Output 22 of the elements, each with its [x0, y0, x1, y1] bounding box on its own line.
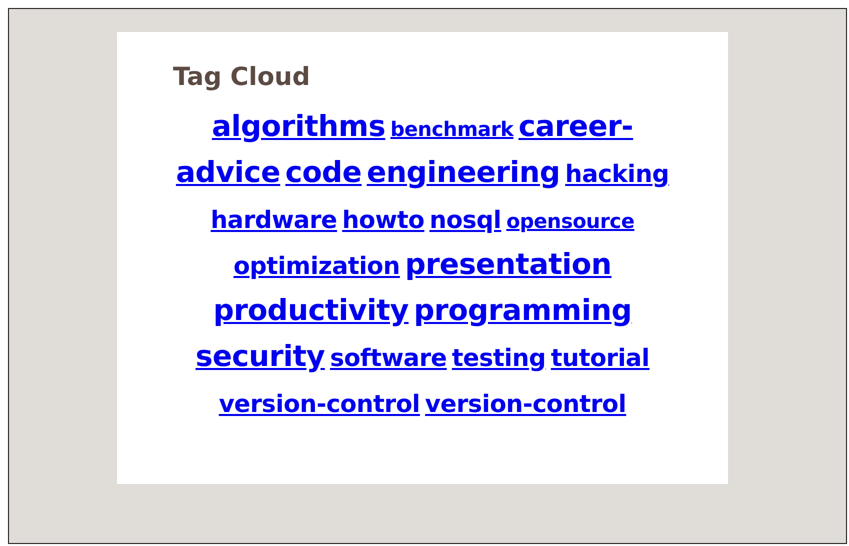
- tag-link[interactable]: productivity: [213, 293, 409, 328]
- tag-link[interactable]: software: [330, 344, 447, 373]
- tag-link[interactable]: howto: [342, 206, 424, 235]
- tag-link[interactable]: benchmark: [390, 117, 514, 141]
- tag-link[interactable]: presentation: [405, 247, 612, 282]
- tag-link[interactable]: version-control: [425, 390, 626, 419]
- tag-link[interactable]: optimization: [233, 252, 400, 281]
- tag-link[interactable]: version-control: [218, 390, 420, 419]
- tag-link[interactable]: tutorial: [550, 344, 650, 373]
- tag-link[interactable]: nosql: [429, 206, 502, 235]
- tag-link[interactable]: hardware: [210, 206, 338, 235]
- tag-link[interactable]: security: [196, 339, 325, 374]
- tag-link[interactable]: career-: [518, 109, 634, 144]
- tag-link[interactable]: opensource: [506, 209, 634, 233]
- tag-link[interactable]: algorithms: [212, 109, 386, 144]
- tag-link[interactable]: programming: [414, 293, 632, 328]
- card-title: Tag Cloud: [173, 61, 312, 93]
- tag-link[interactable]: engineering: [366, 155, 560, 190]
- tag-link[interactable]: hacking: [565, 160, 670, 189]
- tag-link[interactable]: testing: [452, 344, 546, 373]
- tag-link[interactable]: code: [285, 155, 362, 190]
- tag-link[interactable]: advice: [176, 155, 280, 190]
